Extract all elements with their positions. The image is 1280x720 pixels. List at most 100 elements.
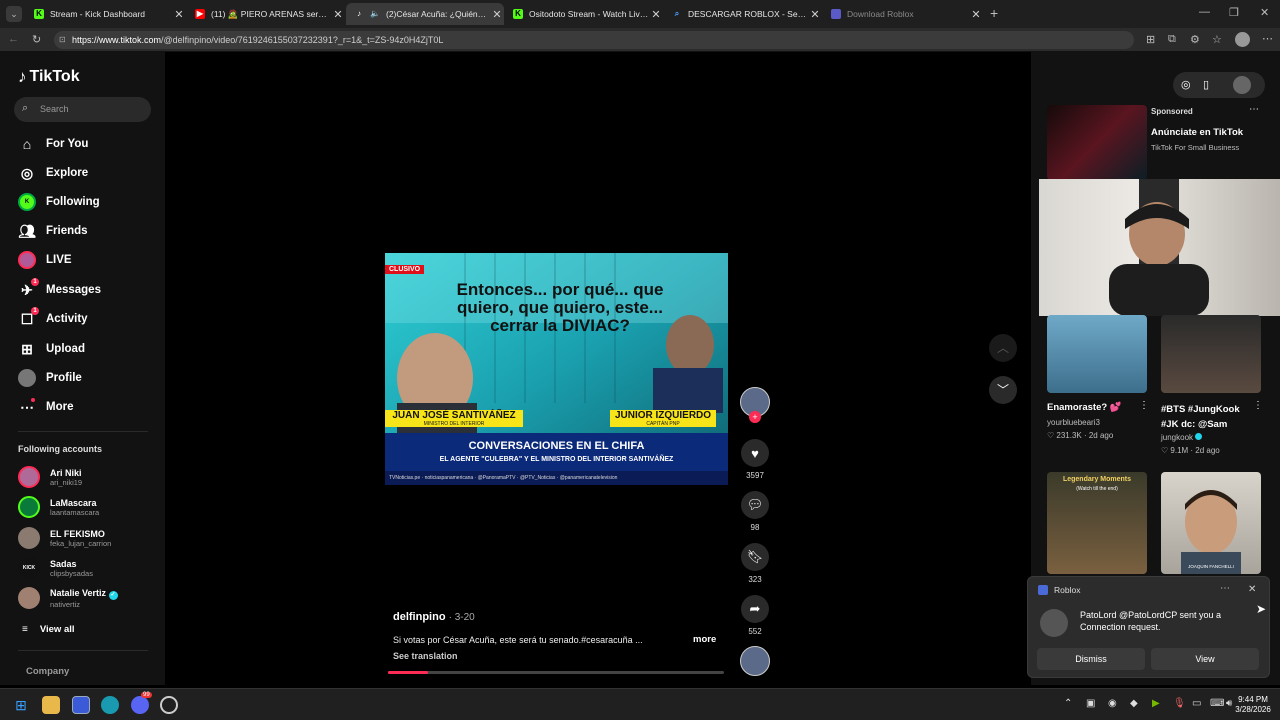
tab-download-roblox[interactable]: Download Roblox ✕ (823, 3, 983, 25)
nav-label: Messages (46, 284, 101, 296)
more-button[interactable]: more (693, 634, 716, 645)
nav-live[interactable]: LIVE (18, 251, 72, 269)
video-menu-icon[interactable]: ⋮ (1139, 400, 1149, 411)
author-name[interactable]: delfinpino (393, 611, 446, 623)
thumbnail-text: Legendary Moments (1062, 476, 1132, 483)
avatar (18, 496, 40, 518)
video-player[interactable]: CLUSIVO Entonces... por qué... que quier… (385, 253, 728, 485)
dismiss-button[interactable]: Dismiss (1037, 648, 1145, 670)
nav-friends[interactable]: 👥︎ Friends (18, 222, 87, 240)
minimize-icon[interactable]: — (1199, 6, 1210, 18)
edge-browser-icon[interactable] (101, 696, 119, 714)
view-button[interactable]: View (1151, 648, 1259, 670)
tab-icon[interactable]: ⧉ (1168, 33, 1176, 46)
creator-avatar[interactable]: + (740, 387, 770, 423)
account-sadas[interactable]: KICK Sadas clipsbysadas (18, 557, 93, 579)
progress-bar[interactable] (388, 671, 724, 674)
follow-plus-icon[interactable]: + (749, 411, 761, 423)
nav-following[interactable]: K Following (18, 193, 100, 211)
like-button[interactable]: ♥ 3597 (740, 439, 770, 480)
menu-icon[interactable]: ⋯ (1262, 32, 1273, 45)
video-thumbnail[interactable]: JOAQUIN FANCHELLI (1161, 472, 1261, 574)
tab-kick-dashboard[interactable]: K Stream - Kick Dashboard ✕ (26, 3, 186, 25)
see-translation-link[interactable]: See translation (393, 651, 458, 661)
account-ari-niki[interactable]: Ari Niki ari_niki19 (18, 466, 82, 488)
tiktok-sidebar: ♪ TikTok ⌕ Search ⌂ For You ◎ Explore K Fol… (0, 52, 165, 685)
url-host: https://www.tiktok.com (72, 35, 162, 45)
tray-app-icon[interactable]: ▣ (1086, 698, 1095, 709)
app-icon[interactable] (72, 696, 90, 714)
video-thumbnail[interactable]: Legendary Moments (Watch till the end) (1047, 472, 1147, 574)
compass-icon[interactable]: ◎ (1181, 78, 1191, 91)
close-tab-icon[interactable]: ✕ (649, 8, 663, 21)
tiktok-logo[interactable]: ♪ TikTok (18, 67, 80, 87)
nav-for-you[interactable]: ⌂ For You (18, 135, 89, 153)
speaker-icon[interactable]: 🔈 (370, 9, 380, 19)
steam-icon[interactable]: ◉ (1108, 698, 1117, 709)
video-title[interactable]: #BTS #JungKook #JK dc: @Sam (1161, 402, 1253, 432)
account-natalie-vertiz[interactable]: Natalie Vertiz ✓ nativertiz (18, 587, 118, 609)
reload-icon[interactable]: ↻ (32, 33, 41, 46)
nvidia-icon[interactable]: ▶ (1152, 698, 1160, 709)
profile-avatar-icon[interactable] (1233, 76, 1251, 94)
tray-app-icon[interactable]: ◆ (1130, 698, 1138, 709)
favorites-icon[interactable]: ☆ (1212, 33, 1222, 46)
nav-messages[interactable]: ✈ 1 Messages (18, 278, 101, 299)
display-icon[interactable]: ▭ (1192, 698, 1201, 709)
extensions-icon[interactable]: ⚙ (1190, 33, 1200, 46)
nav-profile[interactable]: Profile (18, 369, 82, 387)
ad-menu-icon[interactable]: ⋯ (1249, 104, 1259, 115)
split-screen-icon[interactable]: ⊞ (1146, 33, 1155, 46)
nav-more[interactable]: ⋯ More (18, 398, 73, 416)
restore-icon[interactable]: ❐ (1229, 6, 1239, 19)
close-tab-icon[interactable]: ✕ (172, 8, 186, 21)
clock[interactable]: 9:44 PM 3/28/2026 (1230, 695, 1276, 715)
profile-avatar-icon[interactable] (1235, 32, 1250, 47)
music-disc[interactable] (740, 646, 770, 676)
tab-youtube[interactable]: ▶ (11) 🧟 PIERO ARENAS será ¿DEN ✕ (187, 3, 345, 25)
network-icon[interactable]: ⌨ (1210, 698, 1224, 709)
file-explorer-icon[interactable] (42, 696, 60, 714)
close-tab-icon[interactable]: ✕ (331, 8, 345, 21)
back-icon[interactable]: ← (8, 33, 19, 45)
new-tab-icon[interactable]: + (990, 5, 998, 21)
comment-button[interactable]: 💬︎ 98 (740, 491, 770, 532)
close-tab-icon[interactable]: ✕ (808, 8, 822, 21)
close-tab-icon[interactable]: ✕ (490, 8, 504, 21)
show-hidden-icons-icon[interactable]: ⌃ (1064, 698, 1072, 709)
close-window-icon[interactable]: ✕ (1260, 6, 1269, 19)
nav-upload[interactable]: ⊞ Upload (18, 340, 85, 358)
tab-tiktok-active[interactable]: ♪ 🔈 (2)César Acuña: ¿Quiénes inte ✕ (346, 3, 504, 25)
save-button[interactable]: 🔖︎ 323 (740, 543, 770, 584)
account-el-fekismo[interactable]: EL FEKISMO feka_lujan_carrion (18, 527, 111, 549)
discord-icon[interactable]: 99 (131, 692, 152, 714)
tab-ositodoto[interactable]: K Ositodoto Stream - Watch Live on ✕ (505, 3, 663, 25)
notification-menu-icon[interactable]: ⋯ (1220, 583, 1230, 594)
ad-thumbnail[interactable] (1047, 105, 1147, 180)
view-all-link[interactable]: ≡ View all (22, 624, 75, 635)
next-video-button[interactable]: ﹀ (989, 376, 1017, 404)
share-icon: ➦ (741, 595, 769, 623)
share-button[interactable]: ➦ 552 (740, 595, 770, 636)
video-title[interactable]: Enamoraste? 💕 (1047, 402, 1142, 413)
company-link[interactable]: Company (26, 666, 69, 677)
tab-bing-search[interactable]: ⌕ DESCARGAR ROBLOX - Search ✕ (664, 3, 822, 25)
nav-explore[interactable]: ◎ Explore (18, 164, 88, 182)
ad-title[interactable]: Anúnciate en TikTok (1151, 127, 1243, 138)
tab-actions-icon[interactable]: ⌄ (6, 6, 22, 22)
previous-video-button[interactable]: ︿ (989, 334, 1017, 362)
account-name: EL FEKISMO (50, 528, 105, 539)
close-tab-icon[interactable]: ✕ (969, 8, 983, 21)
account-lamascara[interactable]: LaMascara laantamascara (18, 496, 99, 518)
video-menu-icon[interactable]: ⋮ (1253, 400, 1263, 411)
video-thumbnail[interactable] (1161, 315, 1261, 393)
url-field[interactable]: ⊡ https://www.tiktok.com/@delfinpino/vid… (54, 31, 1134, 49)
microphone-icon[interactable]: 🎙︎ (1173, 698, 1186, 709)
nav-activity[interactable]: ☐ 1 Activity (18, 307, 88, 328)
search-bar[interactable]: ⌕ Search (14, 97, 151, 122)
notification-close-icon[interactable]: ✕ (1248, 584, 1256, 595)
obs-icon[interactable] (160, 696, 178, 714)
video-thumbnail[interactable] (1047, 315, 1147, 393)
start-windows-icon[interactable]: ⊞ (12, 696, 30, 714)
phone-icon[interactable]: ▯ (1203, 78, 1209, 91)
